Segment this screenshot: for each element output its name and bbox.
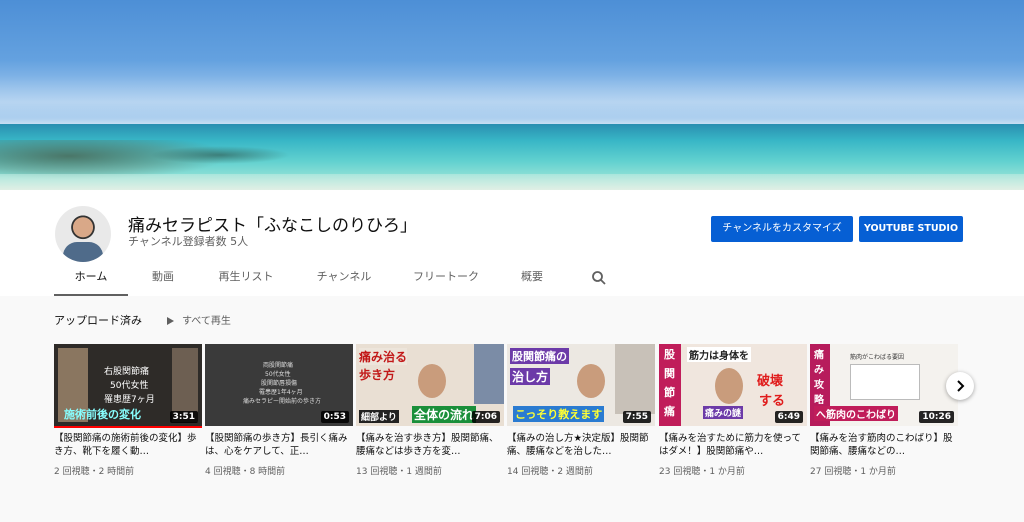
video-meta: 27 回視聴・1 か月前: [810, 467, 896, 477]
thumb-text: 筋力は身体を: [687, 347, 751, 362]
video-duration: 6:49: [774, 411, 803, 423]
customize-channel-button[interactable]: チャンネルをカスタマイズ: [711, 216, 853, 242]
thumb-text: 施術前後の変化: [64, 408, 141, 421]
video-meta: 13 回視聴・1 週間前: [356, 467, 442, 477]
video-card[interactable]: 両股関節痛 50代女性 股関節唇損傷 罹患歴1年4ヶ月 痛みセラピー開始前の歩き…: [205, 344, 353, 477]
video-card[interactable]: 股 関 節 痛 筋力は身体を 破壊 する 痛みの謎 6:49 【痛みを治すために…: [659, 344, 807, 477]
banner-reef-shadow: [150, 146, 290, 164]
video-thumbnail[interactable]: 痛み治る 歩き方 細部より 全体の流れ 7:06: [356, 344, 504, 426]
video-title[interactable]: 【痛みの治し方★決定版】股関節痛、腰痛などを治した…: [507, 432, 655, 458]
video-title[interactable]: 【痛みを治す歩き方】股関節痛、腰痛などは歩き方を変…: [356, 432, 504, 458]
video-card[interactable]: 痛 み 攻 略 筋肉がこわばる要因 へ筋肉のこわばり 10:26 【痛みを治す筋…: [810, 344, 958, 477]
video-meta: 4 回視聴・8 時間前: [205, 467, 286, 477]
chevron-right-icon: [957, 380, 965, 392]
tab-channels[interactable]: チャンネル: [304, 264, 384, 296]
tab-about[interactable]: 概要: [508, 264, 556, 296]
video-card[interactable]: 右股関節痛 50代女性 罹患歴7ヶ月 施術前後の変化 3:51 【股関節痛の施術…: [54, 344, 202, 477]
play-icon: [167, 317, 174, 325]
video-thumbnail[interactable]: 右股関節痛 50代女性 罹患歴7ヶ月 施術前後の変化 3:51: [54, 344, 202, 426]
avatar[interactable]: [55, 206, 111, 262]
video-card[interactable]: 股関節痛の 治し方 こっそり教えます 7:55 【痛みの治し方★決定版】股関節痛…: [507, 344, 655, 477]
thumb-text: 痛みセラピー開始前の歩き方: [243, 398, 322, 405]
video-thumbnail[interactable]: 両股関節痛 50代女性 股関節唇損傷 罹患歴1年4ヶ月 痛みセラピー開始前の歩き…: [205, 344, 353, 426]
play-all-label: すべて再生: [182, 316, 231, 327]
section-title: アップロード済み: [54, 314, 142, 327]
video-title[interactable]: 【股関節痛の歩き方】長引く痛みは、心をケアして、正…: [205, 432, 353, 458]
thumb-text: 50代女性: [265, 371, 291, 378]
thumb-text: 右股関節痛: [104, 367, 150, 377]
video-duration: 0:53: [320, 411, 349, 423]
video-duration: 3:51: [169, 411, 198, 423]
shelf-next-button[interactable]: [946, 372, 974, 400]
video-duration: 10:26: [919, 411, 954, 423]
video-meta: 14 回視聴・2 週間前: [507, 467, 593, 477]
youtube-studio-button[interactable]: YOUTUBE STUDIO: [859, 216, 963, 242]
thumb-text: 罹患歴7ヶ月: [104, 395, 155, 405]
thumb-text: 破壊: [757, 374, 784, 389]
video-meta: 2 回視聴・2 時間前: [54, 467, 135, 477]
video-title[interactable]: 【痛みを治すために筋力を使ってはダメ！】股関節痛や…: [659, 432, 807, 458]
thumb-text: こっそり教えます: [513, 406, 605, 422]
thumb-text: 痛: [664, 405, 675, 418]
thumb-text: 歩き方: [359, 368, 396, 382]
video-duration: 7:55: [622, 411, 651, 423]
channel-banner: [0, 0, 1024, 190]
play-all-button[interactable]: すべて再生: [167, 312, 231, 327]
thumb-text: 細部より: [359, 410, 399, 423]
banner-sky-haze: [0, 60, 1024, 120]
thumb-text: み: [814, 365, 824, 376]
banner-shore: [0, 174, 1024, 190]
thumb-text: 痛: [814, 350, 824, 361]
watch-progress-bar: [54, 426, 202, 428]
thumb-text: 股: [664, 348, 675, 361]
video-thumbnail[interactable]: 股関節痛の 治し方 こっそり教えます 7:55: [507, 344, 655, 426]
thumb-text: 両股関節痛: [263, 362, 294, 369]
thumb-text: 股関節唇損傷: [261, 380, 298, 387]
thumb-text: 股関節痛の: [510, 348, 569, 364]
tab-videos[interactable]: 動画: [137, 264, 189, 296]
thumb-text: 50代女性: [110, 381, 149, 391]
video-meta: 23 回視聴・1 か月前: [659, 467, 745, 477]
search-icon[interactable]: [591, 270, 607, 286]
thumb-text: 痛みの謎: [703, 406, 744, 419]
subscriber-count: チャンネル登録者数 5人: [128, 235, 249, 248]
thumb-text: する: [759, 394, 786, 409]
tab-home[interactable]: ホーム: [54, 264, 128, 296]
thumb-text: 罹患歴1年4ヶ月: [259, 389, 303, 396]
video-title[interactable]: 【股関節痛の施術前後の変化】歩き方、靴下を履く動…: [54, 432, 202, 458]
video-card[interactable]: 痛み治る 歩き方 細部より 全体の流れ 7:06 【痛みを治す歩き方】股関節痛、…: [356, 344, 504, 477]
thumb-text: 略: [814, 395, 824, 406]
thumb-text: 関: [664, 367, 675, 380]
video-title[interactable]: 【痛みを治す筋肉のこわばり】股関節痛、腰痛などの…: [810, 432, 958, 458]
thumb-text: 筋肉がこわばる要因: [850, 354, 905, 361]
thumb-text: 痛み治る: [359, 348, 408, 365]
thumb-text: へ筋肉のこわばり: [814, 406, 898, 421]
video-thumbnail[interactable]: 股 関 節 痛 筋力は身体を 破壊 する 痛みの謎 6:49: [659, 344, 807, 426]
tab-free-talk[interactable]: フリートーク: [404, 264, 488, 296]
thumb-text: 治し方: [510, 368, 551, 385]
tab-playlists[interactable]: 再生リスト: [208, 264, 284, 296]
video-duration: 7:06: [471, 411, 500, 423]
thumb-text: 攻: [814, 380, 824, 391]
channel-tabs: ホーム 動画 再生リスト チャンネル フリートーク 概要: [0, 264, 1024, 296]
video-thumbnail[interactable]: 痛 み 攻 略 筋肉がこわばる要因 へ筋肉のこわばり 10:26: [810, 344, 958, 426]
thumb-text: 節: [664, 386, 675, 399]
thumb-text: 全体の流れ: [412, 406, 477, 423]
